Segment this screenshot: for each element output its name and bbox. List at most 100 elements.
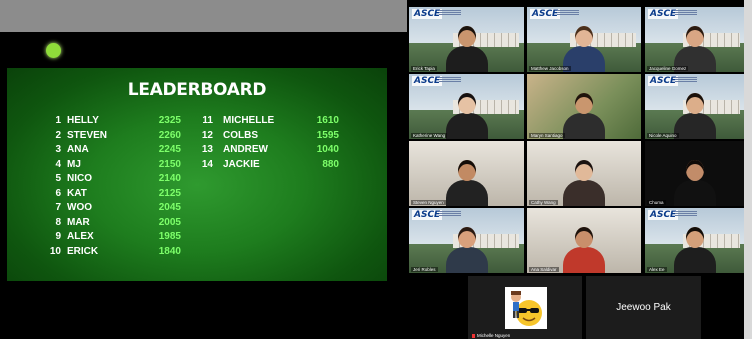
leaderboard-rank: 4 — [55, 158, 61, 170]
leaderboard-player-name: MICHELLE — [223, 115, 275, 126]
emoji-avatar — [505, 287, 547, 329]
leaderboard-row: 10 ERICK 1840 — [45, 245, 181, 258]
leaderboard-score: 880 — [322, 158, 339, 170]
leaderboard-row: 9 ALEX 1985 — [45, 230, 181, 243]
participant-name: Jeri Robles — [411, 267, 438, 272]
leaderboard-player-name: NICO — [67, 173, 92, 184]
participant-name: Nicole Aquino — [647, 133, 679, 138]
leaderboard-score: 2325 — [158, 115, 181, 126]
participant-person — [673, 93, 716, 139]
participant-person — [445, 160, 488, 206]
leaderboard-player-name: JACKIE — [223, 158, 260, 170]
leaderboard-rank: 2 — [55, 129, 61, 141]
leaderboard-rank: 5 — [55, 173, 61, 184]
leaderboard-rank: 12 — [201, 129, 213, 141]
leaderboard-slide: LEADERBOARD 1 HELLY 2325 2 STEVEN 2260 3 ANA 224… — [7, 68, 387, 281]
leaderboard-score: 1840 — [158, 245, 181, 257]
participant-video-tile[interactable]: ASCE Nicole Aquino — [645, 74, 744, 139]
leaderboard-score: 2125 — [158, 187, 181, 199]
sunglasses-emoji-icon — [511, 291, 542, 326]
participant-name: Ana Saldivar — [529, 267, 559, 272]
leaderboard-player-name: KAT — [67, 187, 87, 199]
leaderboard-rank: 8 — [55, 216, 61, 228]
leaderboard-rank: 10 — [49, 245, 61, 257]
top-toolbar-strip — [0, 0, 407, 32]
participant-name: Cathy Wang — [529, 200, 558, 205]
leaderboard-row: 4 MJ 2150 — [45, 158, 181, 171]
leaderboard-player-name: WOO — [67, 202, 92, 213]
leaderboard-score: 1595 — [316, 129, 339, 141]
leaderboard-score: 2045 — [158, 202, 181, 213]
asce-logo: ASCE — [412, 210, 443, 220]
leaderboard-title: LEADERBOARD — [127, 80, 267, 100]
asce-logo: ASCE — [648, 210, 679, 220]
participant-video-tile[interactable]: ASCE Katherine Wang — [409, 74, 524, 139]
leaderboard-rank: 6 — [55, 187, 61, 199]
leaderboard-row: 3 ANA 2245 — [45, 143, 181, 156]
asce-logo: ASCE — [412, 9, 443, 19]
leaderboard-score: 2245 — [158, 144, 181, 155]
participant-person — [673, 227, 716, 273]
participant-tile-jeewoo-pak[interactable]: Jeewoo Pak — [586, 276, 701, 339]
participant-person — [445, 93, 488, 139]
participant-tile-michelle-nguyen[interactable]: Michelle Nguyen — [468, 276, 582, 339]
muted-mic-icon — [472, 333, 475, 338]
leaderboard-rank: 13 — [201, 144, 213, 155]
leaderboard-score: 1985 — [158, 231, 181, 242]
leaderboard-row: 2 STEVEN 2260 — [45, 129, 181, 142]
participant-name: Chuma — [647, 200, 666, 205]
participant-video-tile[interactable]: Chuma — [645, 141, 744, 206]
participant-video-tile[interactable]: ASCE Erick Tapia — [409, 7, 524, 72]
leaderboard-player-name: ANDREW — [223, 144, 268, 155]
leaderboard-player-name: ERICK — [67, 245, 99, 257]
asce-logo: ASCE — [530, 9, 561, 19]
participant-video-tile[interactable]: Maryn Santiago — [527, 74, 641, 139]
participant-name: Michelle Nguyen — [477, 333, 511, 338]
leaderboard-player-name: HELLY — [67, 115, 99, 126]
participant-person — [563, 93, 605, 139]
leaderboard-rank: 11 — [202, 115, 213, 126]
leaderboard-score: 2005 — [158, 216, 181, 228]
asce-logo: ASCE — [648, 9, 679, 19]
participant-name: Maryn Santiago — [529, 133, 565, 138]
leaderboard-player-name: MJ — [67, 158, 81, 170]
participant-video-tile[interactable]: ASCE Jeri Robles — [409, 208, 524, 273]
leaderboard-row: 7 WOO 2045 — [45, 201, 181, 214]
leaderboard-rank: 3 — [55, 144, 61, 155]
asce-logo: ASCE — [412, 76, 443, 86]
leaderboard-player-name: ANA — [67, 144, 89, 155]
participant-person — [563, 227, 605, 273]
participant-person — [445, 227, 488, 273]
right-edge-strip — [744, 0, 752, 339]
participant-name: Jacqueline Gomez — [647, 66, 689, 71]
leaderboard-row: 12 COLBS 1595 — [197, 129, 339, 142]
leaderboard-row: 5 NICO 2140 — [45, 172, 181, 185]
leaderboard-rank: 9 — [55, 231, 61, 242]
participant-video-tile[interactable]: ASCE Matthew Jacobson — [527, 7, 641, 72]
leaderboard-score: 2260 — [158, 129, 181, 141]
participant-video-tile[interactable]: ASCE Alex Ee — [645, 208, 744, 273]
participant-person — [673, 160, 716, 206]
asce-logo: ASCE — [648, 76, 679, 86]
leaderboard-row: 8 MAR 2005 — [45, 216, 181, 229]
leaderboard-score: 2150 — [158, 158, 181, 170]
participant-name: Matthew Jacobson — [529, 66, 571, 71]
participant-video-tile[interactable]: Ana Saldivar — [527, 208, 641, 273]
leaderboard-player-name: ALEX — [67, 231, 94, 242]
participant-name: Katherine Wang — [411, 133, 448, 138]
leaderboard-rank: 7 — [55, 202, 61, 213]
participant-person — [563, 160, 605, 206]
participant-person — [445, 26, 488, 72]
participant-video-tile[interactable]: ASCE Jacqueline Gomez — [645, 7, 744, 72]
first-place-badge — [46, 43, 61, 58]
participant-name: Steven Nguyen — [411, 200, 446, 205]
leaderboard-rank: 14 — [201, 158, 213, 170]
leaderboard-player-name: COLBS — [223, 129, 258, 141]
participant-name: Erick Tapia — [411, 66, 437, 71]
participant-video-tile[interactable]: Cathy Wang — [527, 141, 641, 206]
leaderboard-player-name: STEVEN — [67, 129, 108, 141]
leaderboard-row: 11 MICHELLE 1610 — [197, 114, 339, 127]
leaderboard-score: 2140 — [158, 173, 181, 184]
participant-video-tile[interactable]: Steven Nguyen — [409, 141, 524, 206]
leaderboard-row: 6 KAT 2125 — [45, 187, 181, 200]
